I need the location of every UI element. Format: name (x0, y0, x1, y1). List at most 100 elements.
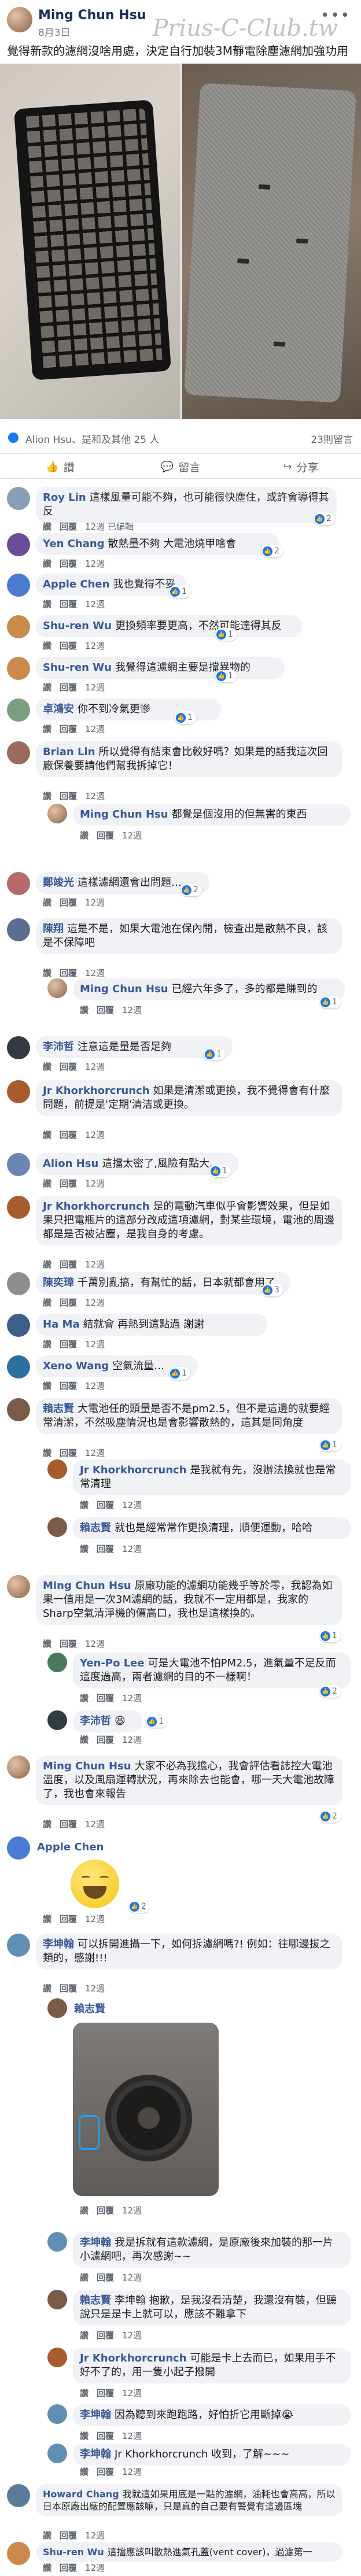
avatar[interactable] (7, 872, 30, 895)
comment-author[interactable]: Ha Ma (43, 1318, 80, 1330)
like-count-badge[interactable]: 👍 1 (209, 1165, 231, 1177)
like-count-badge[interactable]: 👍 2 (314, 512, 335, 525)
comment-author[interactable]: Roy Lin (43, 491, 86, 504)
like-count-badge[interactable]: 👍 2 (319, 1685, 341, 1698)
comment-author[interactable]: Shu-ren Wu (43, 661, 112, 674)
comment-author[interactable]: 賴志賢 (80, 2294, 111, 2307)
avatar[interactable] (7, 1575, 30, 1598)
comment-author[interactable]: 李坤翰 (80, 2237, 111, 2249)
avatar[interactable] (47, 2290, 67, 2309)
comment-author[interactable]: Apple Chen (37, 1841, 104, 1853)
avatar[interactable] (7, 1934, 30, 1957)
like-count-badge[interactable]: 👍 2 (319, 1810, 341, 1823)
comment-author[interactable]: Yen-Po Lee (80, 1657, 145, 1669)
avatar[interactable] (7, 1355, 30, 1378)
post-author-avatar[interactable] (7, 7, 32, 32)
comment-author[interactable]: 李坤翰 (80, 2448, 111, 2460)
avatar[interactable] (47, 978, 67, 998)
avatar[interactable] (7, 487, 30, 510)
comment-author[interactable]: 賴志賢 (74, 2003, 105, 2015)
avatar[interactable] (47, 1517, 67, 1537)
comment-author[interactable]: Ming Chun Hsu (80, 808, 168, 821)
post-date[interactable]: 8月3日 (38, 24, 71, 39)
comment-author[interactable]: 陳奕璋 (43, 1277, 74, 1289)
like-count-badge[interactable]: 👍 1 (204, 1048, 225, 1060)
avatar[interactable] (7, 918, 30, 941)
comment-count[interactable]: 23則留言 (311, 431, 353, 446)
post-author-name[interactable]: Ming Chun Hsu (38, 8, 146, 23)
like-count-badge[interactable]: 👍 2 (261, 545, 283, 557)
avatar[interactable] (7, 2542, 30, 2565)
avatar[interactable] (7, 1755, 30, 1779)
avatar[interactable] (7, 2484, 30, 2507)
comment-author[interactable]: 李沛哲 (43, 1041, 74, 1053)
avatar[interactable] (7, 615, 30, 638)
avatar[interactable] (7, 1153, 30, 1176)
avatar[interactable] (7, 741, 30, 764)
comment-author[interactable]: 卓鴻安 (43, 703, 74, 715)
comment-author[interactable]: 李坤翰 (80, 2409, 111, 2421)
like-count-badge[interactable]: 👍 1 (175, 711, 196, 724)
avatar[interactable] (7, 1272, 30, 1295)
comment-author[interactable]: Jr Khorkhorcrunch (43, 1200, 150, 1213)
comment-reply-link[interactable]: 回覆 (60, 522, 77, 532)
avatar[interactable] (47, 804, 67, 823)
comment-like-link[interactable]: 讚 (43, 522, 51, 532)
avatar[interactable] (7, 1398, 30, 1421)
comment-author[interactable]: 李沛哲 (80, 1715, 111, 1727)
avatar[interactable] (47, 1710, 67, 1730)
post-photo-filter[interactable] (182, 64, 361, 419)
avatar[interactable] (7, 1036, 30, 1059)
comment-author[interactable]: Yen Chang (43, 538, 105, 550)
avatar[interactable] (7, 698, 30, 722)
avatar[interactable] (47, 1459, 67, 1479)
comment-time[interactable]: 12週 (85, 522, 105, 532)
comment-author[interactable]: 李坤翰 (43, 1938, 74, 1950)
like-count-badge[interactable]: 👍 1 (319, 996, 341, 1008)
comment-author[interactable]: Brian Lin (43, 746, 95, 758)
comment-author[interactable]: 鄭竣光 (43, 877, 74, 889)
like-count-badge[interactable]: 👍 1 (169, 585, 190, 598)
comment-author[interactable]: Howard Chang (43, 2489, 119, 2500)
share-button[interactable]: ↪ 分享 (241, 454, 361, 479)
avatar[interactable] (7, 1196, 30, 1219)
reaction-icons[interactable] (7, 431, 22, 444)
avatar[interactable] (7, 1080, 30, 1103)
avatar[interactable] (47, 1653, 67, 1672)
avatar[interactable] (7, 1836, 30, 1860)
reaction-names[interactable]: Alion Hsu、是和及其他 25 人 (25, 431, 160, 446)
comment-author[interactable]: Jr Khorkhorcrunch (80, 1464, 187, 1476)
avatar[interactable] (47, 2348, 67, 2367)
comment-photo-fan[interactable] (73, 2023, 219, 2196)
comment-author[interactable]: Xeno Wang (43, 1360, 109, 1372)
more-options-icon[interactable]: ••• (321, 7, 351, 24)
like-count-badge[interactable]: 👍 2 (181, 884, 202, 896)
avatar[interactable] (7, 657, 30, 680)
avatar[interactable] (47, 1998, 67, 2018)
comment-button[interactable]: 💬 留言 (120, 454, 241, 479)
comment-author[interactable]: Jr Khorkhorcrunch (80, 2352, 187, 2364)
comment-author[interactable]: Ming Chun Hsu (80, 983, 168, 995)
like-count-badge[interactable]: 👍 1 (319, 1439, 341, 1451)
like-count-badge[interactable]: 👍 1 (215, 670, 237, 682)
comment-author[interactable]: Shu-ren Wu (43, 2547, 104, 2557)
comment-author[interactable]: Jr Khorkhorcrunch (43, 1085, 150, 1097)
comment-author[interactable]: Alion Hsu (43, 1158, 98, 1170)
avatar[interactable] (7, 1314, 30, 1337)
like-count-badge[interactable]: 👍 3 (261, 1284, 283, 1296)
like-button[interactable]: 👍 讚 (0, 454, 120, 479)
like-count-badge[interactable]: 👍 1 (146, 1715, 167, 1728)
like-count-badge[interactable]: 👍 1 (319, 1629, 341, 1642)
avatar[interactable] (7, 574, 30, 597)
post-photo-grille[interactable] (0, 64, 181, 419)
like-count-badge[interactable]: 👍 2 (128, 1900, 150, 1913)
comment-author[interactable]: Apple Chen (43, 578, 109, 590)
avatar[interactable] (47, 2444, 67, 2463)
comment-author[interactable]: Shu-ren Wu (43, 620, 112, 632)
like-count-badge[interactable]: 👍 1 (215, 628, 237, 641)
avatar[interactable] (47, 2404, 67, 2424)
comment-author[interactable]: 陳翔 (43, 923, 64, 935)
comment-author[interactable]: 賴志賢 (43, 1403, 74, 1415)
comment-author[interactable]: Ming Chun Hsu (43, 1580, 131, 1592)
comment-author[interactable]: Ming Chun Hsu (43, 1760, 131, 1772)
